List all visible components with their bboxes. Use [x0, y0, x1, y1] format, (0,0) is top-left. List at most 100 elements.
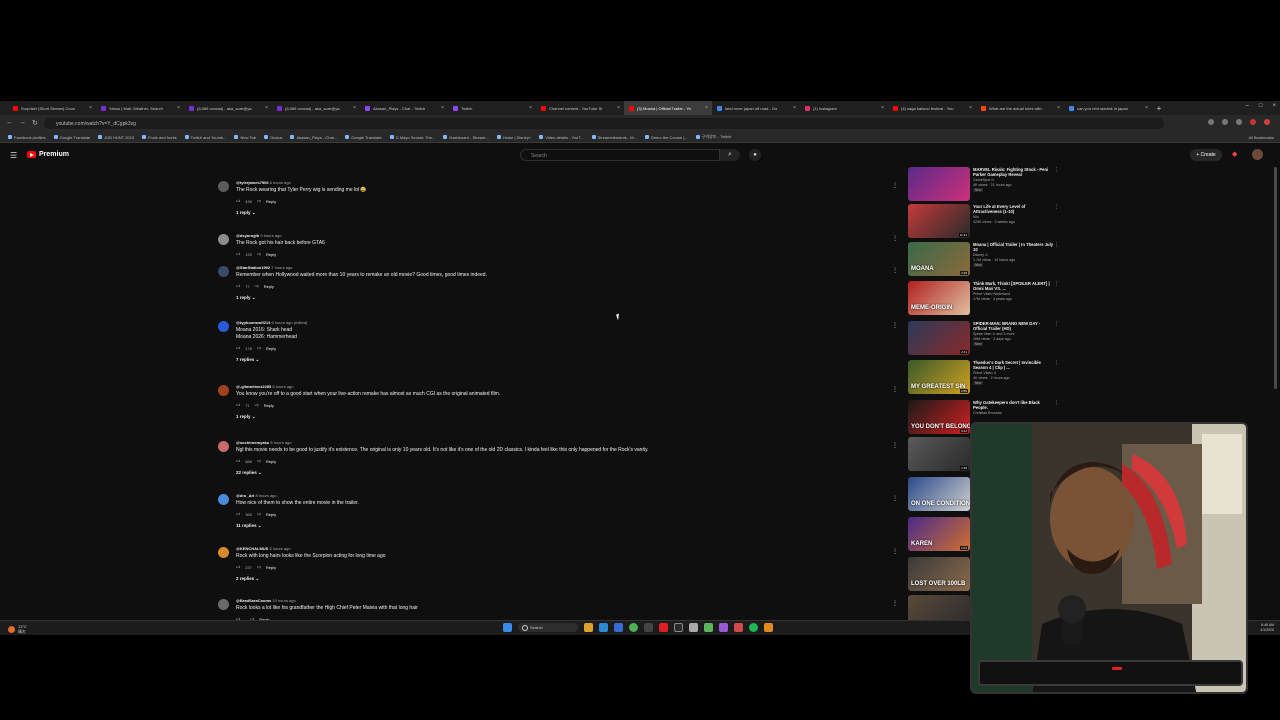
video-thumbnail[interactable]: MY GREATEST SIN 2:56: [908, 360, 970, 394]
video-thumbnail[interactable]: LOST OVER 100LB: [908, 557, 970, 591]
taskbar-search[interactable]: Search: [518, 623, 578, 632]
video-thumbnail[interactable]: 11:43: [908, 204, 970, 238]
comment-author[interactable]: @BradSaraCooms 10 hours ago: [236, 598, 296, 603]
video-thumbnail[interactable]: MEME-ORIGIN: [908, 281, 970, 315]
channel-name[interactable]: Spider Man ⊙ and 3 more: [973, 332, 1015, 336]
bookmark-item[interactable]: Demo the Course |...: [644, 135, 688, 140]
tab-close-icon[interactable]: ×: [617, 105, 620, 111]
reply-button[interactable]: Reply: [264, 403, 274, 408]
browser-tab[interactable]: What are the actual rules with ×: [976, 101, 1064, 115]
bookmark-item[interactable]: New Tab: [234, 135, 256, 140]
comment-menu-icon[interactable]: ⋮: [892, 600, 898, 607]
comment-author-name[interactable]: @typhoonwolf213: [236, 320, 270, 325]
channel-name[interactable]: Prime Video ⊙: [973, 371, 997, 375]
youtube-app-icon[interactable]: [659, 623, 668, 632]
related-video[interactable]: 11:43 Your Life at Every Level of Attract…: [908, 204, 1065, 240]
tab-close-icon[interactable]: ×: [881, 105, 884, 111]
video-thumbnail[interactable]: [908, 167, 970, 201]
like-icon[interactable]: 👍︎: [236, 251, 240, 257]
video-thumbnail[interactable]: KAREN 1:01: [908, 517, 970, 551]
comment-author-name[interactable]: @sochiroemyaku: [236, 440, 269, 445]
tab-close-icon[interactable]: ×: [89, 105, 92, 111]
reply-button[interactable]: Reply: [266, 512, 276, 517]
like-icon[interactable]: 👍︎: [236, 511, 240, 517]
more-options-icon[interactable]: ⋮: [1054, 167, 1059, 173]
bookmark-item[interactable]: Streamelements - M...: [591, 135, 637, 140]
windows-start-icon[interactable]: [503, 623, 512, 632]
avatar[interactable]: [218, 547, 229, 558]
reply-button[interactable]: Reply: [266, 252, 276, 257]
reply-button[interactable]: Reply: [266, 459, 276, 464]
app-icon[interactable]: [734, 623, 743, 632]
related-video[interactable]: MOANA 2:26 Moana | Official Trailer | In T…: [908, 242, 1065, 278]
comment-author-name[interactable]: @-gilmartinez2285: [236, 384, 271, 389]
dislike-icon[interactable]: 👎︎: [257, 511, 261, 517]
avatar[interactable]: [218, 266, 229, 277]
bookmark-item[interactable]: JOB HUNT 2023: [98, 135, 134, 140]
browser-tab[interactable]: (5,089 unread) - aka_sore@ya ×: [184, 101, 272, 115]
app-icon[interactable]: [644, 623, 653, 632]
close-window-icon[interactable]: ×: [1272, 103, 1276, 109]
browser-tab[interactable]: (3) Moana | Official Trailer - Yo ×: [624, 101, 712, 115]
spotify-icon[interactable]: [749, 623, 758, 632]
channel-name[interactable]: Kifu: [973, 215, 979, 219]
bookmark-item[interactable]: Facebook profiles: [8, 135, 46, 140]
bookmark-item[interactable]: Google Translate: [53, 135, 90, 140]
edge-icon[interactable]: [599, 623, 608, 632]
comment-menu-icon[interactable]: ⋮: [892, 442, 898, 449]
view-replies-button[interactable]: 11 replies ⌄: [236, 523, 262, 529]
view-replies-button[interactable]: 2 replies ⌄: [236, 576, 259, 582]
menu-icon[interactable]: ☰: [10, 151, 17, 160]
dislike-icon[interactable]: 👎︎: [255, 402, 259, 408]
dislike-icon[interactable]: 👎︎: [257, 458, 261, 464]
related-video[interactable]: MARVEL Rivals: Fighting Stock - Peni Par…: [908, 167, 1065, 203]
comment-author[interactable]: @tylerjames7906 6 hours ago: [236, 180, 291, 185]
browser-tab[interactable]: Yahoo | Mail, Weather, Search ×: [96, 101, 184, 115]
view-replies-button[interactable]: 1 reply ⌄: [236, 295, 256, 301]
channel-name[interactable]: Christian Bruneau: [973, 411, 1002, 415]
bookmark-item[interactable]: Video details - YouT...: [539, 135, 584, 140]
bookmark-item[interactable]: O Mayo Sensei: The...: [389, 135, 435, 140]
browser-tab[interactable]: (1) Instagram ×: [800, 101, 888, 115]
video-title[interactable]: Moana | Official Trailer | In Theaters J…: [973, 242, 1055, 252]
notifications-icon[interactable]: ◆: [1232, 150, 1237, 158]
view-replies-button[interactable]: 7 replies ⌄: [236, 357, 259, 363]
reply-button[interactable]: Reply: [266, 346, 276, 351]
bookmark-item[interactable]: Dashboard - Stream...: [443, 135, 489, 140]
comment-author-name[interactable]: @StarStation1992: [236, 265, 270, 270]
comment-author-name[interactable]: @tylerjames7906: [236, 180, 269, 185]
all-bookmarks[interactable]: All Bookmarks: [1248, 135, 1274, 140]
video-title[interactable]: Think Mark, Think! [SPOILER ALERT] | Omn…: [973, 281, 1055, 291]
extension-icon[interactable]: [1250, 119, 1256, 125]
view-replies-button[interactable]: 1 reply ⌄: [236, 210, 256, 216]
comment-author-name[interactable]: @KENCHALMUS: [236, 546, 268, 551]
like-icon[interactable]: 👍︎: [236, 458, 240, 464]
create-button[interactable]: + Create: [1190, 149, 1222, 161]
dislike-icon[interactable]: 👎︎: [257, 251, 261, 257]
chrome-icon[interactable]: [629, 623, 638, 632]
dislike-icon[interactable]: 👎︎: [257, 198, 261, 204]
vlc-icon[interactable]: [764, 623, 773, 632]
comment-menu-icon[interactable]: ⋮: [892, 548, 898, 555]
bookmark-item[interactable]: Fools and fronts: [141, 135, 177, 140]
bookmark-item[interactable]: Home | Disney+: [496, 135, 531, 140]
comment-menu-icon[interactable]: ⋮: [892, 322, 898, 329]
browser-tab[interactable]: Twitch ×: [448, 101, 536, 115]
weather-widget[interactable]: 13°C 晴れ: [8, 624, 27, 635]
app-icon[interactable]: [704, 623, 713, 632]
comment-author-name[interactable]: @dsyorogib: [236, 233, 259, 238]
channel-name[interactable]: Prime Video Nederland: [973, 292, 1010, 296]
video-title[interactable]: Thaedus's Dark Secret | Invincible Seaso…: [973, 360, 1055, 370]
view-replies-button[interactable]: 22 replies ⌄: [236, 470, 262, 476]
reply-button[interactable]: Reply: [264, 284, 274, 289]
avatar[interactable]: [218, 441, 229, 452]
tab-close-icon[interactable]: ×: [529, 105, 532, 111]
comment-author[interactable]: @KENCHALMUS 5 hours ago: [236, 546, 291, 551]
tab-search-icon[interactable]: [0, 101, 8, 115]
tab-close-icon[interactable]: ×: [969, 105, 972, 111]
video-thumbnail[interactable]: ON ONE CONDITION: [908, 477, 970, 511]
file-explorer-icon[interactable]: [584, 623, 593, 632]
like-icon[interactable]: 👍︎: [236, 283, 240, 289]
bookmark-item[interactable]: Google Translate: [345, 135, 382, 140]
comment-menu-icon[interactable]: ⋮: [892, 267, 898, 274]
